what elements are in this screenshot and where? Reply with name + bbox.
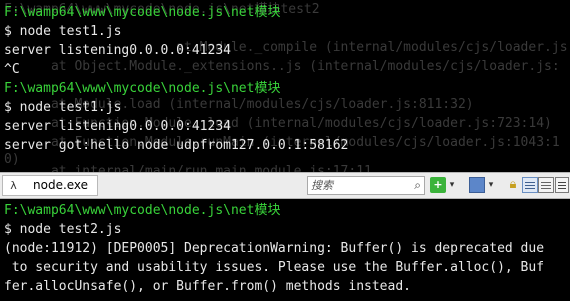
menu-icon[interactable] <box>555 177 569 193</box>
tab-label: node.exe <box>33 178 89 192</box>
search-input[interactable]: 搜索 ⌕ <box>307 176 425 195</box>
dropdown-icon[interactable]: ▾ <box>486 177 496 193</box>
view-icon[interactable] <box>469 177 485 193</box>
prompt-path-line: F:\wamp64\www\mycode\node.js\net模块 <box>4 5 281 20</box>
output-line: fer.allocUnsafe(), or Buffer.from() meth… <box>4 279 411 294</box>
search-placeholder: 搜索 <box>311 179 333 192</box>
command-line: $ node test1.js <box>4 100 122 115</box>
ghost-text-line: at internal/main/run_main_module.js:17:1… <box>4 164 372 172</box>
lambda-icon: λ <box>10 179 17 192</box>
output-line: server listening0.0.0.0:41234 <box>4 43 231 58</box>
output-line: to security and usability issues. Please… <box>4 260 545 275</box>
output-line: server got:hello node udpfrom127.0.0.1:5… <box>4 138 349 153</box>
dropdown-icon[interactable]: ▾ <box>447 177 457 193</box>
prompt-path-line: F:\wamp64\www\mycode\node.js\net模块 <box>4 81 281 96</box>
add-console-icon[interactable]: + <box>430 177 446 193</box>
tab-node-exe[interactable]: λ node.exe <box>2 175 98 196</box>
lock-icon[interactable]: 🔒︎ <box>505 177 521 193</box>
grid-view-icon[interactable] <box>538 177 554 193</box>
prompt-path-line: F:\wamp64\www\mycode\node.js\net模块 <box>4 203 281 218</box>
list-view-icon[interactable] <box>522 177 538 193</box>
console-tab-bar: λ node.exe 搜索 ⌕ + ▾ ▾ 🔒︎ <box>0 172 570 199</box>
command-line: $ node test2.js <box>4 222 122 237</box>
bottom-console-pane[interactable]: F:\wamp64\www\mycode\node.js\net模块 $ nod… <box>0 199 570 301</box>
search-icon[interactable]: ⌕ <box>414 178 421 193</box>
output-line: ^C <box>4 62 20 77</box>
output-line: server listening0.0.0.0:41234 <box>4 119 231 134</box>
output-line: (node:11912) [DEP0005] DeprecationWarnin… <box>4 241 545 256</box>
top-console-pane[interactable]: F:\wamp64\www\mycode\node.js\net模块test2 … <box>0 0 570 172</box>
command-line: $ node test1.js <box>4 24 122 39</box>
